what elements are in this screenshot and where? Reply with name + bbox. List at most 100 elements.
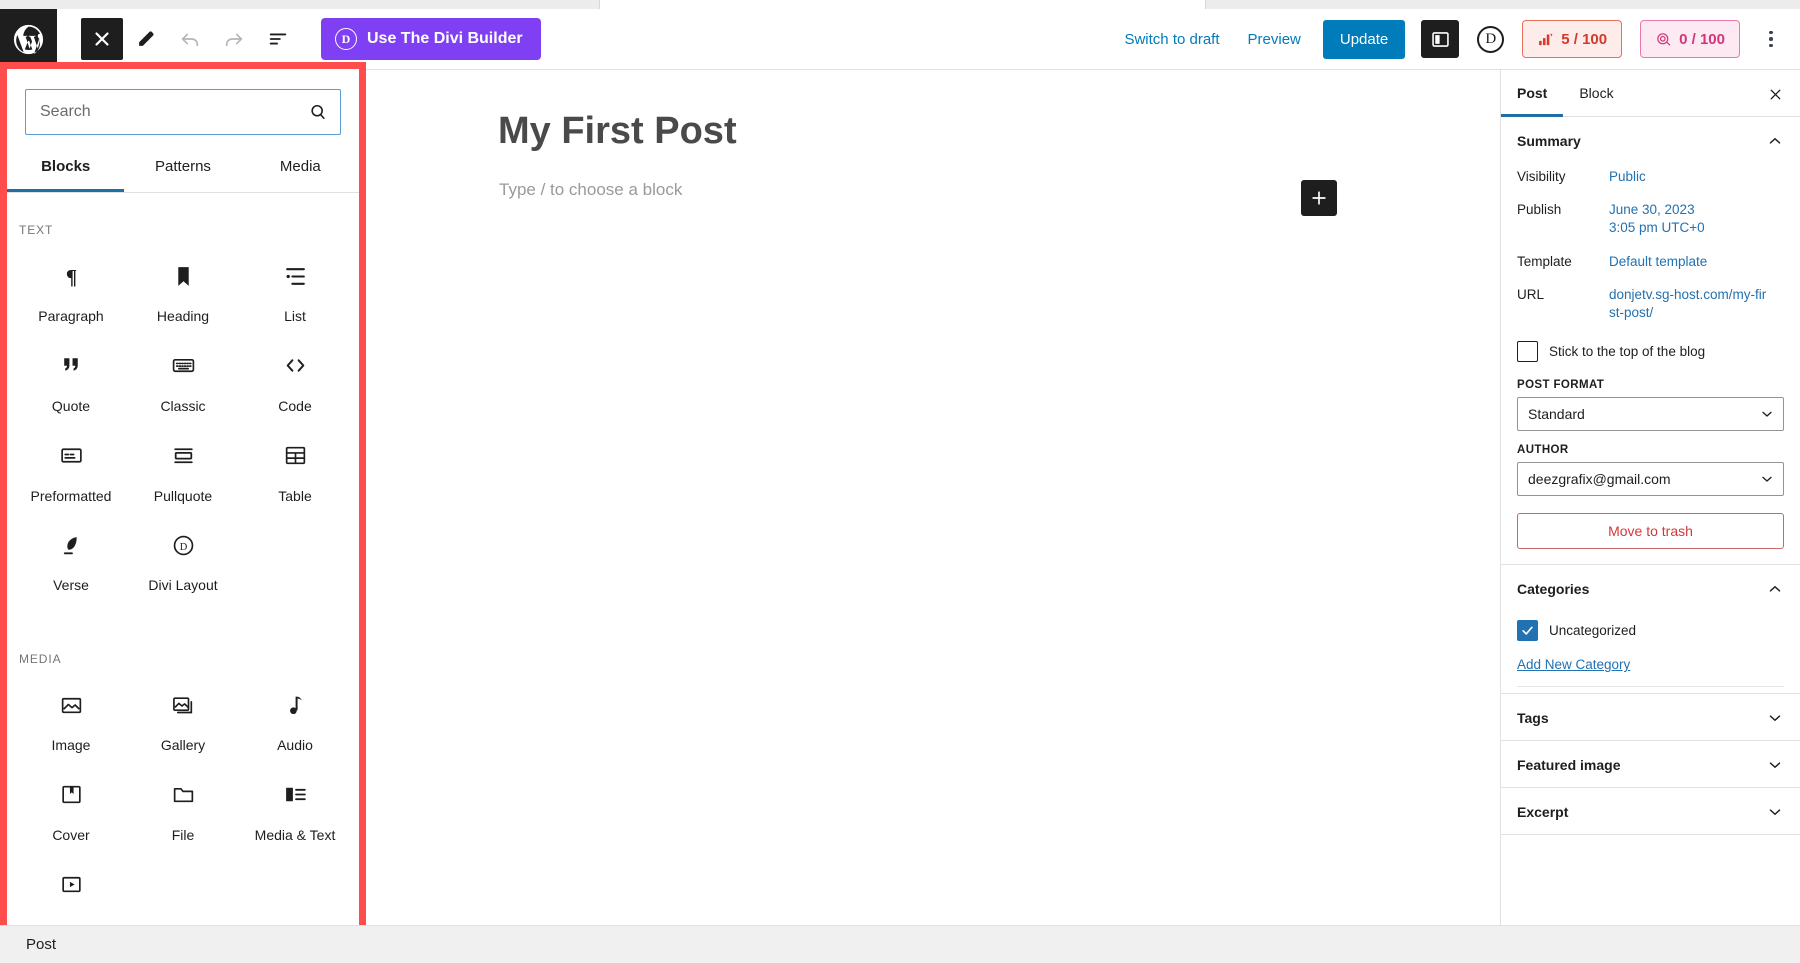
tab-patterns[interactable]: Patterns bbox=[124, 145, 241, 192]
tab-post[interactable]: Post bbox=[1501, 70, 1564, 117]
block-divi-layout[interactable]: D Divi Layout bbox=[127, 512, 239, 602]
tab-media[interactable]: Media bbox=[242, 145, 359, 192]
category-checkbox[interactable] bbox=[1517, 620, 1538, 642]
featured-image-header[interactable]: Featured image bbox=[1517, 741, 1784, 787]
document-outline-icon[interactable] bbox=[257, 18, 299, 60]
block-grid-media: Image Gallery Audio Cover File Media & T… bbox=[7, 672, 359, 925]
editor-canvas[interactable]: My First Post Type / to choose a block bbox=[366, 70, 1530, 925]
inserter-search-area bbox=[7, 69, 359, 135]
chevron-down-icon bbox=[1766, 803, 1784, 821]
wordpress-logo-icon[interactable] bbox=[0, 8, 57, 70]
bottom-status-bar: Post bbox=[0, 925, 1800, 963]
block-label: Image bbox=[51, 737, 91, 754]
block-media-and-text[interactable]: Media & Text bbox=[239, 762, 351, 852]
publish-row: Publish June 30, 2023 3:05 pm UTC+0 bbox=[1517, 196, 1784, 247]
post-title[interactable]: My First Post bbox=[498, 110, 737, 153]
block-pullquote[interactable]: Pullquote bbox=[127, 423, 239, 513]
block-label: Pullquote bbox=[153, 487, 213, 504]
close-sidebar-button[interactable] bbox=[1760, 79, 1790, 109]
gallery-stack-icon bbox=[171, 690, 196, 720]
block-classic[interactable]: Classic bbox=[127, 333, 239, 423]
divi-options-icon[interactable]: D bbox=[1477, 25, 1505, 53]
search-box[interactable] bbox=[25, 89, 341, 135]
search-input[interactable] bbox=[26, 103, 340, 121]
redo-arrow-icon[interactable] bbox=[213, 18, 255, 60]
inserter-block-list[interactable]: TEXT ¶ Paragraph Heading List Quote Clas… bbox=[7, 199, 359, 956]
block-list[interactable]: List bbox=[239, 243, 351, 333]
block-label: Cover bbox=[52, 826, 90, 843]
svg-text:D: D bbox=[179, 542, 187, 553]
template-label: Template bbox=[1517, 253, 1572, 269]
url-value[interactable]: donjetv.sg-host.com/my-first-post/ bbox=[1609, 286, 1769, 322]
post-format-label: POST FORMAT bbox=[1517, 379, 1605, 392]
switch-to-draft-button[interactable]: Switch to draft bbox=[1110, 21, 1233, 58]
update-button[interactable]: Update bbox=[1322, 19, 1406, 59]
tags-title: Tags bbox=[1517, 710, 1549, 727]
readability-score-badge[interactable]: 0 / 100 bbox=[1640, 20, 1740, 58]
chevron-down-icon bbox=[1759, 471, 1775, 487]
block-verse[interactable]: Verse bbox=[15, 512, 127, 602]
chevron-down-icon bbox=[1759, 406, 1775, 422]
tab-block[interactable]: Block bbox=[1563, 70, 1629, 117]
kebab-menu-icon[interactable] bbox=[1756, 20, 1786, 58]
summary-header[interactable]: Summary bbox=[1517, 117, 1784, 163]
block-category-label: MEDIA bbox=[19, 652, 62, 667]
block-table[interactable]: Table bbox=[239, 423, 351, 513]
author-value: deezgrafix@gmail.com bbox=[1528, 471, 1671, 488]
block-heading[interactable]: Heading bbox=[127, 243, 239, 333]
url-label: URL bbox=[1517, 286, 1545, 302]
add-new-category-link[interactable]: Add New Category bbox=[1517, 657, 1630, 672]
tab-blocks[interactable]: Blocks bbox=[7, 145, 125, 192]
block-label: Preformatted bbox=[30, 487, 112, 504]
block-quote[interactable]: Quote bbox=[15, 333, 127, 423]
block-gallery[interactable]: Gallery bbox=[127, 672, 239, 762]
seo-score-value: 5 / 100 bbox=[1561, 30, 1608, 48]
category-row[interactable]: Uncategorized bbox=[1517, 611, 1784, 645]
divi-button-label: Use The Divi Builder bbox=[367, 30, 523, 47]
visibility-value[interactable]: Public bbox=[1609, 168, 1646, 186]
preview-button[interactable]: Preview bbox=[1234, 21, 1315, 58]
publish-value[interactable]: June 30, 2023 3:05 pm UTC+0 bbox=[1609, 201, 1705, 237]
chevron-up-icon bbox=[1766, 132, 1784, 150]
block-image[interactable]: Image bbox=[15, 672, 127, 762]
sticky-post-label: Stick to the top of the blog bbox=[1549, 344, 1706, 360]
pencil-edit-icon[interactable] bbox=[125, 18, 167, 60]
verse-feather-icon bbox=[59, 530, 84, 560]
visibility-row: Visibility Public bbox=[1517, 163, 1784, 196]
move-to-trash-button[interactable]: Move to trash bbox=[1517, 513, 1784, 550]
url-row: URL donjetv.sg-host.com/my-first-post/ bbox=[1517, 281, 1784, 332]
block-cover[interactable]: Cover bbox=[15, 762, 127, 852]
readability-score-value: 0 / 100 bbox=[1679, 30, 1725, 48]
seo-score-badge[interactable]: 5 / 100 bbox=[1522, 20, 1623, 58]
sticky-post-row[interactable]: Stick to the top of the blog bbox=[1517, 332, 1784, 366]
block-video[interactable] bbox=[15, 852, 127, 925]
post-format-select[interactable]: Standard bbox=[1517, 397, 1784, 432]
template-value[interactable]: Default template bbox=[1609, 253, 1707, 271]
block-file[interactable]: File bbox=[127, 762, 239, 852]
heading-bookmark-icon bbox=[171, 261, 196, 291]
sticky-post-checkbox[interactable] bbox=[1517, 341, 1538, 363]
use-divi-builder-button[interactable]: D Use The Divi Builder bbox=[321, 18, 541, 60]
empty-block-placeholder[interactable]: Type / to choose a block bbox=[499, 180, 682, 200]
author-select[interactable]: deezgrafix@gmail.com bbox=[1517, 462, 1784, 497]
table-grid-icon bbox=[283, 441, 308, 471]
post-settings-sidebar: Post Block Summary Visibility Public Pub… bbox=[1500, 70, 1800, 925]
block-paragraph[interactable]: ¶ Paragraph bbox=[15, 243, 127, 333]
categories-header[interactable]: Categories bbox=[1517, 565, 1784, 611]
block-audio[interactable]: Audio bbox=[239, 672, 351, 762]
excerpt-header[interactable]: Excerpt bbox=[1517, 788, 1784, 834]
breadcrumb-post[interactable]: Post bbox=[0, 936, 56, 953]
tags-section: Tags bbox=[1501, 694, 1800, 742]
undo-arrow-icon[interactable] bbox=[169, 18, 211, 60]
tags-header[interactable]: Tags bbox=[1517, 694, 1784, 740]
plus-icon bbox=[1312, 191, 1326, 205]
close-editor-button[interactable] bbox=[81, 18, 123, 60]
add-block-button[interactable] bbox=[1301, 180, 1337, 216]
settings-panel-toggle-button[interactable] bbox=[1421, 20, 1460, 58]
block-code[interactable]: Code bbox=[239, 333, 351, 423]
excerpt-title: Excerpt bbox=[1517, 804, 1569, 821]
block-preformatted[interactable]: Preformatted bbox=[15, 423, 127, 513]
file-folder-icon bbox=[171, 780, 196, 810]
editor-top-bar: D Use The Divi Builder Switch to draft P… bbox=[0, 8, 1800, 70]
block-label: Divi Layout bbox=[148, 577, 218, 594]
